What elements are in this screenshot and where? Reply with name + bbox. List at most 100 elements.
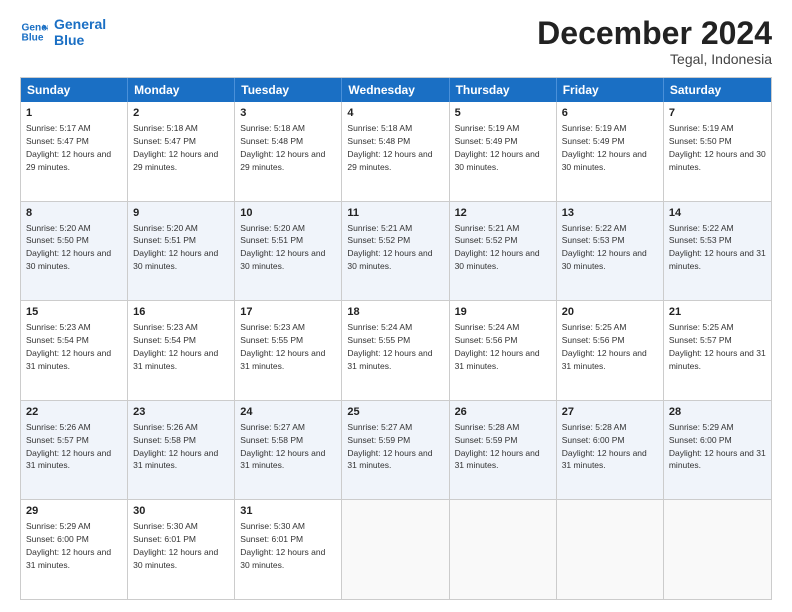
day-info: Sunrise: 5:22 AMSunset: 5:53 PMDaylight:… [669, 223, 766, 272]
calendar-cell: 23 Sunrise: 5:26 AMSunset: 5:58 PMDaylig… [128, 401, 235, 500]
day-info: Sunrise: 5:29 AMSunset: 6:00 PMDaylight:… [669, 422, 766, 471]
calendar-cell: 6 Sunrise: 5:19 AMSunset: 5:49 PMDayligh… [557, 102, 664, 201]
day-info: Sunrise: 5:28 AMSunset: 5:59 PMDaylight:… [455, 422, 540, 471]
calendar-cell: 29 Sunrise: 5:29 AMSunset: 6:00 PMDaylig… [21, 500, 128, 599]
calendar-week: 1 Sunrise: 5:17 AMSunset: 5:47 PMDayligh… [21, 102, 771, 201]
day-info: Sunrise: 5:17 AMSunset: 5:47 PMDaylight:… [26, 123, 111, 172]
day-number: 31 [240, 504, 336, 519]
header: General Blue General Blue December 2024 … [20, 16, 772, 67]
day-number: 13 [562, 206, 658, 221]
weekday-header: Saturday [664, 78, 771, 102]
calendar-cell: 26 Sunrise: 5:28 AMSunset: 5:59 PMDaylig… [450, 401, 557, 500]
calendar-cell: 27 Sunrise: 5:28 AMSunset: 6:00 PMDaylig… [557, 401, 664, 500]
day-number: 26 [455, 405, 551, 420]
calendar-cell: 11 Sunrise: 5:21 AMSunset: 5:52 PMDaylig… [342, 202, 449, 301]
calendar-cell: 30 Sunrise: 5:30 AMSunset: 6:01 PMDaylig… [128, 500, 235, 599]
calendar-cell: 2 Sunrise: 5:18 AMSunset: 5:47 PMDayligh… [128, 102, 235, 201]
calendar-cell: 3 Sunrise: 5:18 AMSunset: 5:48 PMDayligh… [235, 102, 342, 201]
day-info: Sunrise: 5:21 AMSunset: 5:52 PMDaylight:… [347, 223, 432, 272]
calendar-cell [664, 500, 771, 599]
day-info: Sunrise: 5:30 AMSunset: 6:01 PMDaylight:… [133, 521, 218, 570]
day-info: Sunrise: 5:18 AMSunset: 5:48 PMDaylight:… [347, 123, 432, 172]
day-number: 18 [347, 305, 443, 320]
calendar-week: 8 Sunrise: 5:20 AMSunset: 5:50 PMDayligh… [21, 201, 771, 301]
logo-line2: Blue [54, 32, 106, 48]
day-info: Sunrise: 5:25 AMSunset: 5:56 PMDaylight:… [562, 322, 647, 371]
svg-text:Blue: Blue [22, 33, 44, 44]
calendar-cell [450, 500, 557, 599]
day-info: Sunrise: 5:20 AMSunset: 5:51 PMDaylight:… [240, 223, 325, 272]
day-info: Sunrise: 5:19 AMSunset: 5:49 PMDaylight:… [455, 123, 540, 172]
day-info: Sunrise: 5:24 AMSunset: 5:56 PMDaylight:… [455, 322, 540, 371]
day-number: 29 [26, 504, 122, 519]
day-number: 2 [133, 106, 229, 121]
calendar-cell: 31 Sunrise: 5:30 AMSunset: 6:01 PMDaylig… [235, 500, 342, 599]
day-number: 4 [347, 106, 443, 121]
logo-line1: General [54, 16, 106, 32]
day-number: 27 [562, 405, 658, 420]
day-info: Sunrise: 5:18 AMSunset: 5:47 PMDaylight:… [133, 123, 218, 172]
day-info: Sunrise: 5:20 AMSunset: 5:50 PMDaylight:… [26, 223, 111, 272]
day-info: Sunrise: 5:23 AMSunset: 5:54 PMDaylight:… [133, 322, 218, 371]
calendar-cell [557, 500, 664, 599]
logo: General Blue General Blue [20, 16, 106, 48]
day-number: 16 [133, 305, 229, 320]
day-number: 6 [562, 106, 658, 121]
day-number: 5 [455, 106, 551, 121]
day-number: 10 [240, 206, 336, 221]
day-info: Sunrise: 5:22 AMSunset: 5:53 PMDaylight:… [562, 223, 647, 272]
calendar-week: 29 Sunrise: 5:29 AMSunset: 6:00 PMDaylig… [21, 499, 771, 599]
day-number: 15 [26, 305, 122, 320]
day-info: Sunrise: 5:28 AMSunset: 6:00 PMDaylight:… [562, 422, 647, 471]
calendar-cell: 24 Sunrise: 5:27 AMSunset: 5:58 PMDaylig… [235, 401, 342, 500]
day-info: Sunrise: 5:27 AMSunset: 5:58 PMDaylight:… [240, 422, 325, 471]
day-number: 24 [240, 405, 336, 420]
weekday-header: Wednesday [342, 78, 449, 102]
weekday-header: Monday [128, 78, 235, 102]
calendar-cell: 12 Sunrise: 5:21 AMSunset: 5:52 PMDaylig… [450, 202, 557, 301]
calendar-cell [342, 500, 449, 599]
day-number: 20 [562, 305, 658, 320]
calendar-cell: 16 Sunrise: 5:23 AMSunset: 5:54 PMDaylig… [128, 301, 235, 400]
day-info: Sunrise: 5:29 AMSunset: 6:00 PMDaylight:… [26, 521, 111, 570]
month-title: December 2024 [537, 16, 772, 51]
day-number: 30 [133, 504, 229, 519]
day-number: 17 [240, 305, 336, 320]
day-info: Sunrise: 5:24 AMSunset: 5:55 PMDaylight:… [347, 322, 432, 371]
day-number: 7 [669, 106, 766, 121]
day-info: Sunrise: 5:26 AMSunset: 5:57 PMDaylight:… [26, 422, 111, 471]
location: Tegal, Indonesia [537, 51, 772, 67]
day-info: Sunrise: 5:23 AMSunset: 5:55 PMDaylight:… [240, 322, 325, 371]
calendar-cell: 19 Sunrise: 5:24 AMSunset: 5:56 PMDaylig… [450, 301, 557, 400]
calendar-week: 22 Sunrise: 5:26 AMSunset: 5:57 PMDaylig… [21, 400, 771, 500]
day-info: Sunrise: 5:27 AMSunset: 5:59 PMDaylight:… [347, 422, 432, 471]
day-number: 19 [455, 305, 551, 320]
calendar-cell: 7 Sunrise: 5:19 AMSunset: 5:50 PMDayligh… [664, 102, 771, 201]
calendar-cell: 25 Sunrise: 5:27 AMSunset: 5:59 PMDaylig… [342, 401, 449, 500]
logo-icon: General Blue [20, 18, 48, 46]
day-number: 23 [133, 405, 229, 420]
day-number: 8 [26, 206, 122, 221]
calendar: SundayMondayTuesdayWednesdayThursdayFrid… [20, 77, 772, 600]
day-number: 9 [133, 206, 229, 221]
weekday-header: Sunday [21, 78, 128, 102]
calendar-cell: 10 Sunrise: 5:20 AMSunset: 5:51 PMDaylig… [235, 202, 342, 301]
calendar-week: 15 Sunrise: 5:23 AMSunset: 5:54 PMDaylig… [21, 300, 771, 400]
day-number: 25 [347, 405, 443, 420]
calendar-cell: 15 Sunrise: 5:23 AMSunset: 5:54 PMDaylig… [21, 301, 128, 400]
calendar-body: 1 Sunrise: 5:17 AMSunset: 5:47 PMDayligh… [21, 102, 771, 599]
calendar-cell: 4 Sunrise: 5:18 AMSunset: 5:48 PMDayligh… [342, 102, 449, 201]
calendar-cell: 13 Sunrise: 5:22 AMSunset: 5:53 PMDaylig… [557, 202, 664, 301]
calendar-cell: 18 Sunrise: 5:24 AMSunset: 5:55 PMDaylig… [342, 301, 449, 400]
calendar-cell: 22 Sunrise: 5:26 AMSunset: 5:57 PMDaylig… [21, 401, 128, 500]
calendar-cell: 17 Sunrise: 5:23 AMSunset: 5:55 PMDaylig… [235, 301, 342, 400]
weekday-header: Tuesday [235, 78, 342, 102]
calendar-cell: 8 Sunrise: 5:20 AMSunset: 5:50 PMDayligh… [21, 202, 128, 301]
title-block: December 2024 Tegal, Indonesia [537, 16, 772, 67]
calendar-cell: 20 Sunrise: 5:25 AMSunset: 5:56 PMDaylig… [557, 301, 664, 400]
day-info: Sunrise: 5:23 AMSunset: 5:54 PMDaylight:… [26, 322, 111, 371]
calendar-cell: 14 Sunrise: 5:22 AMSunset: 5:53 PMDaylig… [664, 202, 771, 301]
day-info: Sunrise: 5:19 AMSunset: 5:49 PMDaylight:… [562, 123, 647, 172]
day-info: Sunrise: 5:19 AMSunset: 5:50 PMDaylight:… [669, 123, 766, 172]
weekday-header: Friday [557, 78, 664, 102]
